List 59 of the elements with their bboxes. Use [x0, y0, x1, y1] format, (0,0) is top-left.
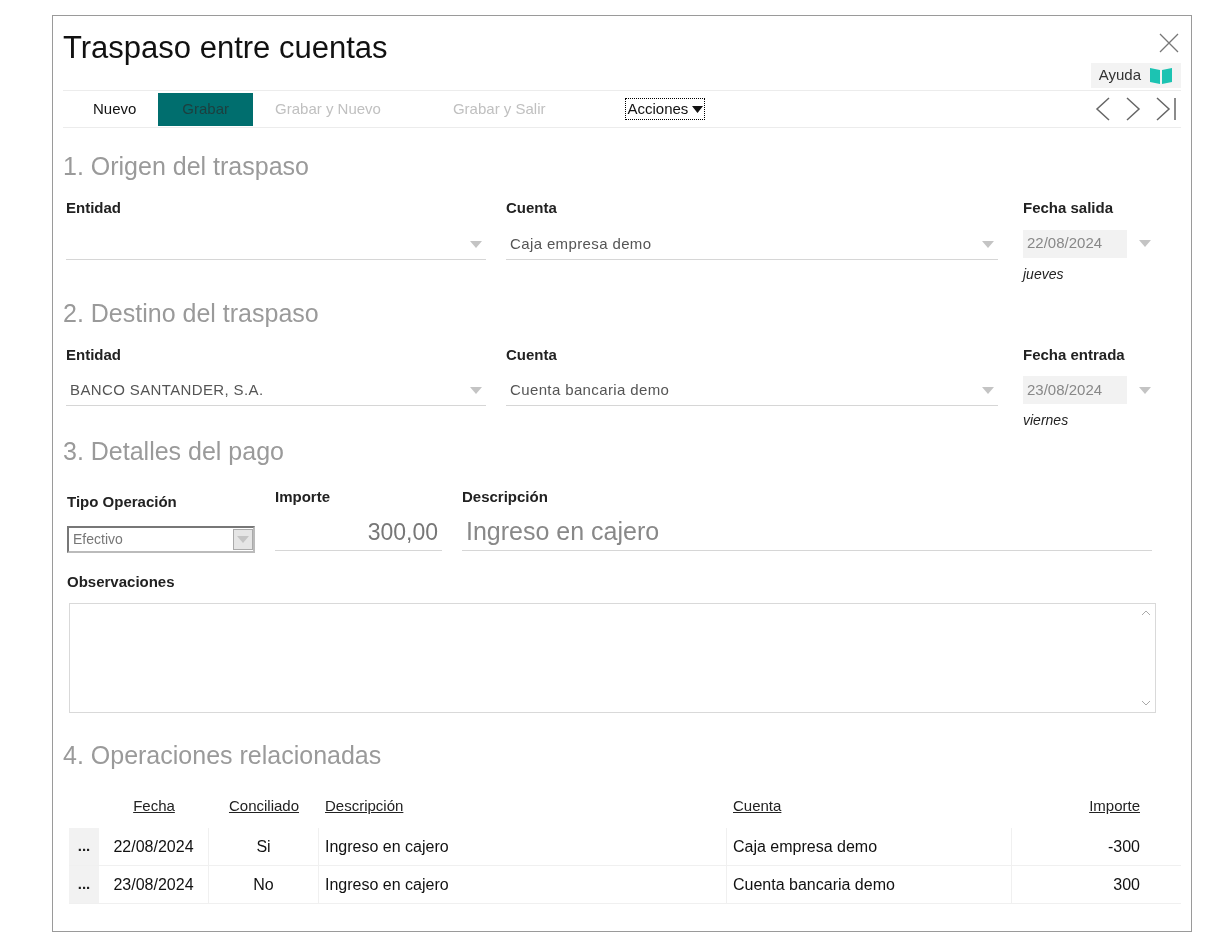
- close-icon[interactable]: [1159, 33, 1179, 53]
- last-icon[interactable]: [1155, 97, 1177, 121]
- window-title: Traspaso entre cuentas: [63, 30, 388, 63]
- row-menu-button[interactable]: ...: [69, 866, 99, 903]
- field-label: Observaciones: [66, 571, 176, 592]
- entity-select[interactable]: BANCO SANTANDER, S.A.: [66, 376, 486, 406]
- table-cell: Si: [209, 828, 319, 865]
- caret-icon: [692, 105, 704, 113]
- field-label: Importe: [275, 487, 331, 507]
- dropdown-caret-icon[interactable]: [982, 387, 994, 394]
- column-header[interactable]: Conciliado: [209, 794, 319, 818]
- book-icon: [1149, 66, 1173, 85]
- scroll-down-icon[interactable]: [1141, 700, 1151, 706]
- field-label: Cuenta: [506, 198, 558, 218]
- field-label: Cuenta: [506, 344, 558, 365]
- caret-icon[interactable]: [237, 535, 249, 543]
- dropdown-caret-icon[interactable]: [1139, 386, 1151, 394]
- account-select[interactable]: Cuenta bancaria demo: [506, 376, 998, 406]
- weekday-text: jueves: [1023, 264, 1065, 284]
- table-cell: 22/08/2024: [99, 828, 209, 865]
- field-label: Tipo Operación: [67, 492, 178, 512]
- table-cell: No: [209, 866, 319, 903]
- help-button[interactable]: Ayuda: [1090, 63, 1181, 88]
- dropdown-caret-icon[interactable]: [982, 240, 994, 248]
- previous-icon[interactable]: [1095, 97, 1111, 121]
- table-cell-text: 300: [1112, 874, 1141, 895]
- table-cell: Ingreso en cajero: [319, 866, 727, 903]
- field-label: Descripción: [462, 487, 549, 507]
- row-menu-button[interactable]: ...: [69, 828, 99, 865]
- table-cell: Ingreso en cajero: [319, 828, 727, 865]
- field-label: Entidad: [66, 198, 122, 218]
- column-header[interactable]: Cuenta: [727, 794, 1012, 818]
- field-label: Fecha entrada: [1023, 344, 1126, 365]
- section-heading: 3. Detalles del pago: [63, 439, 285, 464]
- operation-type-select[interactable]: Efectivo: [67, 525, 255, 553]
- table-cell: 23/08/2024: [99, 866, 209, 903]
- dropdown-caret-icon[interactable]: [470, 240, 482, 248]
- section-heading: 2. Destino del traspaso: [63, 300, 320, 326]
- actions-menu-button[interactable]: Acciones: [625, 98, 706, 120]
- notes-textarea[interactable]: [69, 603, 1156, 713]
- description-field[interactable]: Ingreso en cajero: [462, 514, 1152, 551]
- amount-field[interactable]: 300,00: [275, 514, 442, 551]
- section-heading: 4. Operaciones relacionadas: [63, 743, 383, 768]
- weekday-text: viernes: [1023, 411, 1070, 430]
- column-header[interactable]: Fecha: [99, 794, 209, 818]
- account-select[interactable]: Caja empresa demo: [506, 229, 998, 260]
- section-heading: 1. Origen del traspaso: [63, 154, 310, 179]
- column-header[interactable]: Importe: [1012, 794, 1152, 818]
- dropdown-caret-icon[interactable]: [1139, 240, 1151, 247]
- scroll-up-icon[interactable]: [1141, 610, 1151, 616]
- table-cell: Caja empresa demo: [727, 828, 1012, 865]
- field-label: Entidad: [66, 344, 122, 365]
- column-header[interactable]: Descripción: [319, 794, 727, 818]
- table-cell-text: -300: [1106, 836, 1141, 857]
- dropdown-caret-icon[interactable]: [470, 387, 482, 394]
- toolbar-button[interactable]: Nuevo: [63, 92, 159, 126]
- next-icon[interactable]: [1125, 97, 1141, 121]
- field-label: Fecha salida: [1023, 198, 1115, 218]
- table-cell: Cuenta bancaria demo: [727, 866, 1012, 903]
